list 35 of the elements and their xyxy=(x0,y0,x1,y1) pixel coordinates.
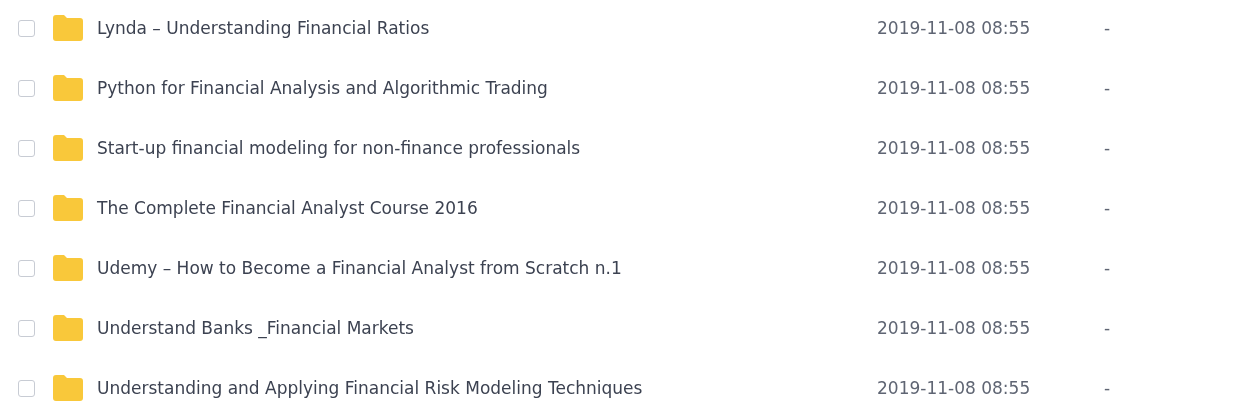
folder-icon xyxy=(53,15,83,41)
checkbox[interactable] xyxy=(18,199,35,217)
folder-icon xyxy=(53,315,83,341)
folder-icon xyxy=(53,255,83,281)
modified-date: 2019-11-08 08:55 xyxy=(877,378,1032,398)
checkbox[interactable] xyxy=(18,319,35,337)
checkbox[interactable] xyxy=(18,379,35,397)
checkbox[interactable] xyxy=(18,79,35,97)
modified-date: 2019-11-08 08:55 xyxy=(877,138,1032,158)
folder-icon xyxy=(53,75,83,101)
file-size: - xyxy=(1104,198,1111,218)
file-size: - xyxy=(1104,318,1111,338)
file-size: - xyxy=(1104,138,1111,158)
modified-date: 2019-11-08 08:55 xyxy=(877,78,1032,98)
folder-name[interactable]: Understanding and Applying Financial Risk Modeling Techniques xyxy=(97,378,877,398)
modified-date: 2019-11-08 08:55 xyxy=(877,18,1032,38)
file-size: - xyxy=(1104,18,1111,38)
folder-name[interactable]: Start-up financial modeling for non-finance professionals xyxy=(97,138,877,158)
folder-name[interactable]: The Complete Financial Analyst Course 2016 xyxy=(97,198,877,218)
folder-name[interactable]: Lynda – Understanding Financial Ratios xyxy=(97,18,877,38)
modified-date: 2019-11-08 08:55 xyxy=(877,318,1032,338)
checkbox[interactable] xyxy=(18,19,35,37)
folder-name[interactable]: Udemy – How to Become a Financial Analyst from Scratch n.1 xyxy=(97,258,877,278)
folder-icon xyxy=(53,195,83,221)
modified-date: 2019-11-08 08:55 xyxy=(877,198,1032,218)
file-size: - xyxy=(1104,258,1111,278)
file-size: - xyxy=(1104,378,1111,398)
folder-icon xyxy=(53,375,83,401)
checkbox[interactable] xyxy=(18,139,35,157)
folder-icon xyxy=(53,135,83,161)
file-size: - xyxy=(1104,78,1111,98)
checkbox[interactable] xyxy=(18,259,35,277)
folder-name[interactable]: Python for Financial Analysis and Algorithmic Trading xyxy=(97,78,877,98)
modified-date: 2019-11-08 08:55 xyxy=(877,258,1032,278)
folder-name[interactable]: Understand Banks _Financial Markets xyxy=(97,318,877,338)
